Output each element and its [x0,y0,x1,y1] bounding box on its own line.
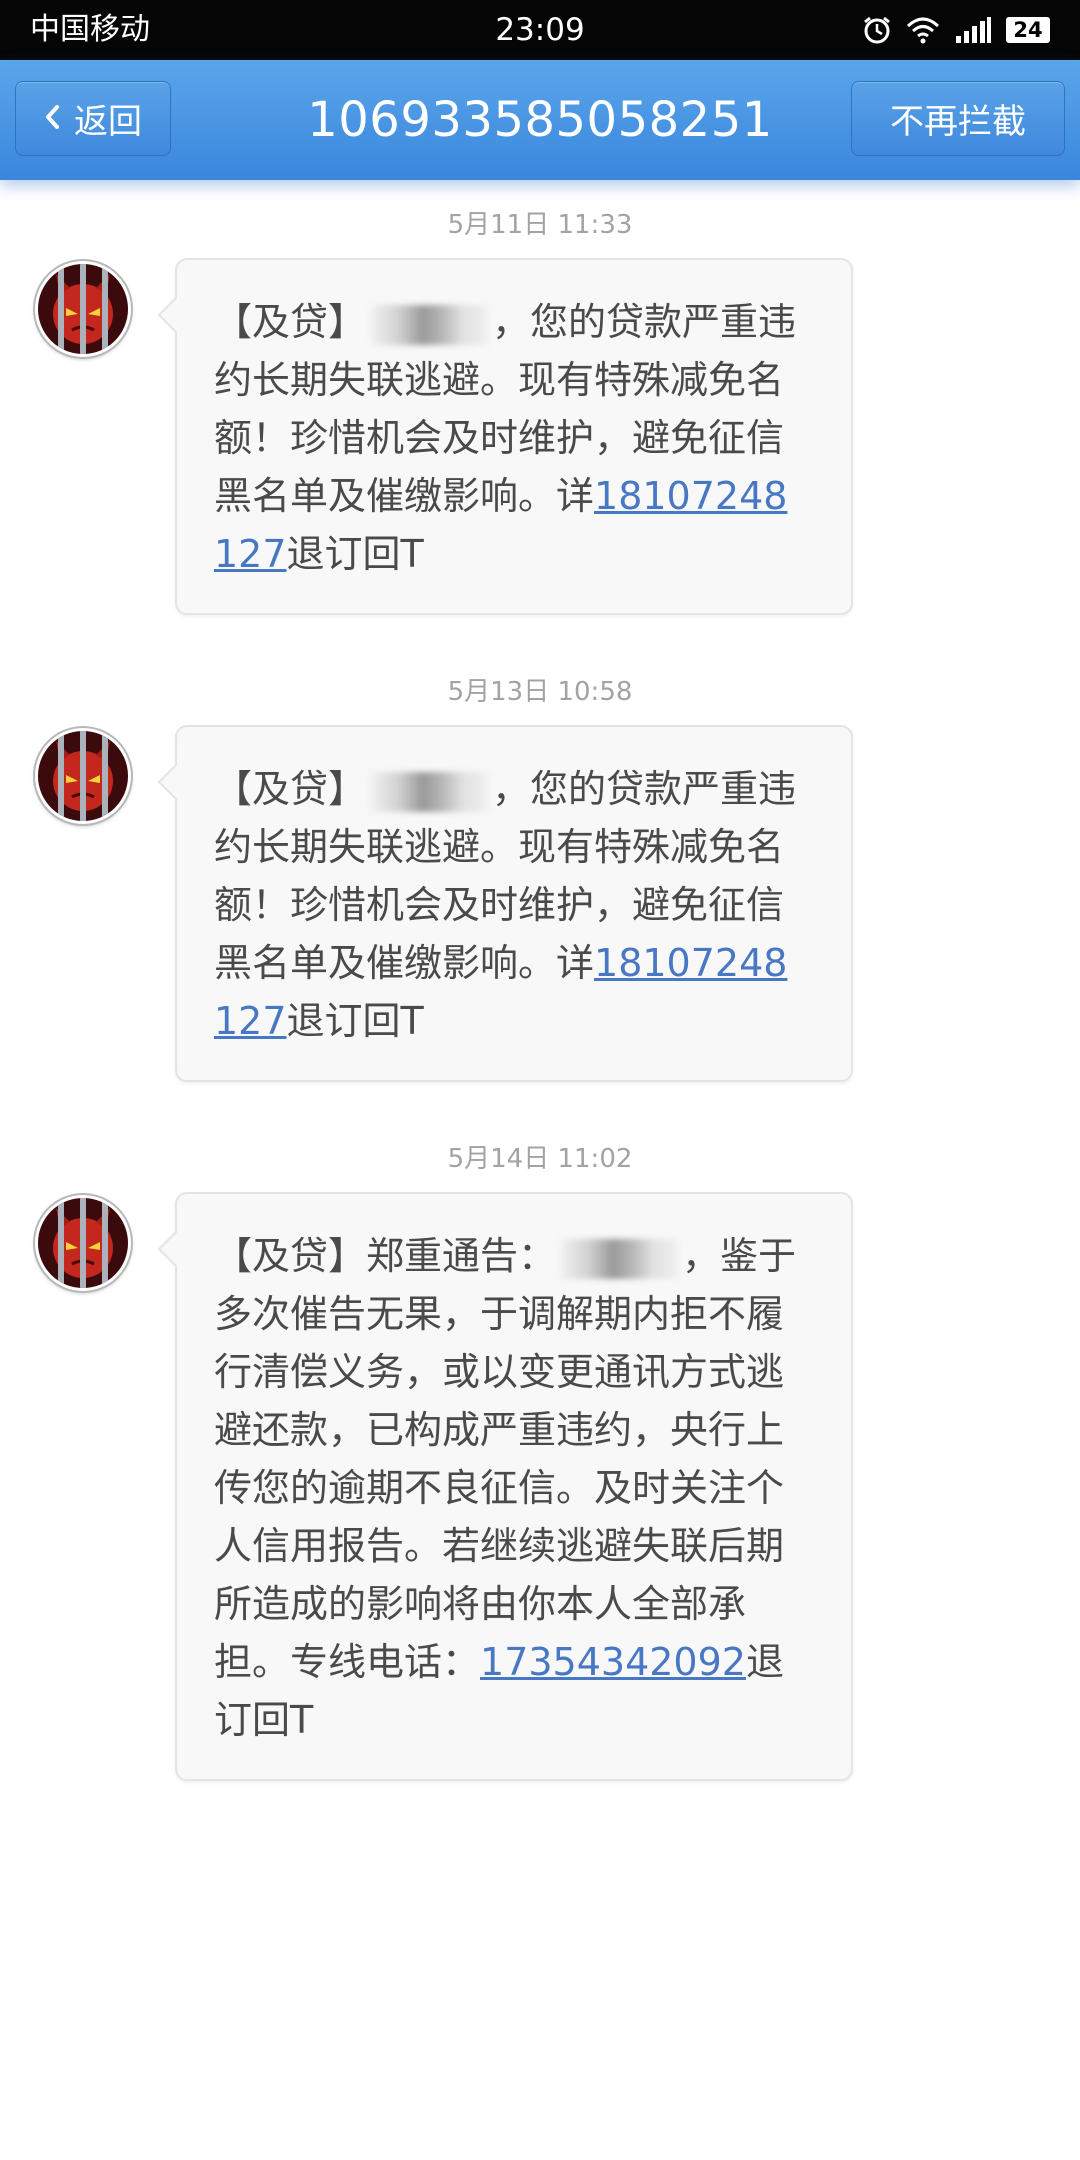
redacted-recipient [370,304,489,345]
message-suffix: 退订回T [286,999,424,1043]
signal-icon [954,16,992,44]
message-text: 【及贷】 ，您的贷款严重违约长期失联逃避。现有特殊减免名额！珍惜机会及时维护，避免… [214,293,799,583]
devil-icon [38,1198,128,1288]
conversation-header: 返回 106933585058251 不再拦截 [0,60,1080,180]
battery-icon: 24 [1006,17,1050,43]
devil-icon [38,731,128,821]
back-button[interactable]: 返回 [15,81,171,156]
message-prefix: 【及贷】 [214,767,367,811]
status-bar: 中国移动 23:09 24 [0,0,1080,60]
redacted-recipient [560,1238,679,1279]
phone-link[interactable]: 17354342092 [480,1640,746,1684]
message-body: ，鉴于多次催告无果，于调解期内拒不履行清偿义务，或以变更通讯方式逃避还款，已构成… [214,1234,797,1684]
message-bubble[interactable]: 【及贷】 ，您的贷款严重违约长期失联逃避。现有特殊减免名额！珍惜机会及时维护，避免… [175,258,853,615]
status-icons: 24 [862,0,1050,60]
back-label: 返回 [74,102,142,142]
sender-avatar[interactable] [35,1195,131,1291]
sender-avatar[interactable] [35,728,131,824]
message-timestamp: 5月14日 11:02 [447,1144,633,1174]
message-bubble[interactable]: 【及贷】 ，您的贷款严重违约长期失联逃避。现有特殊减免名额！珍惜机会及时维护，避免… [175,725,853,1082]
redacted-recipient [370,771,489,812]
chevron-left-icon [44,99,60,139]
wifi-icon [906,16,940,44]
message-suffix: 退订回T [286,532,424,576]
message-prefix: 【及贷】郑重通告： [214,1234,557,1278]
message-text: 【及贷】 ，您的贷款严重违约长期失联逃避。现有特殊减免名额！珍惜机会及时维护，避免… [214,760,799,1050]
devil-icon [38,264,128,354]
alarm-icon [862,15,892,45]
unblock-button[interactable]: 不再拦截 [851,81,1065,156]
message-timestamp: 5月13日 10:58 [447,677,633,707]
sender-avatar[interactable] [35,261,131,357]
message-timestamp: 5月11日 11:33 [447,210,633,240]
message-bubble[interactable]: 【及贷】郑重通告： ，鉴于多次催告无果，于调解期内拒不履行清偿义务，或以变更通讯方… [175,1192,853,1781]
message-text: 【及贷】郑重通告： ，鉴于多次催告无果，于调解期内拒不履行清偿义务，或以变更通讯方… [214,1227,799,1749]
message-prefix: 【及贷】 [214,300,367,344]
